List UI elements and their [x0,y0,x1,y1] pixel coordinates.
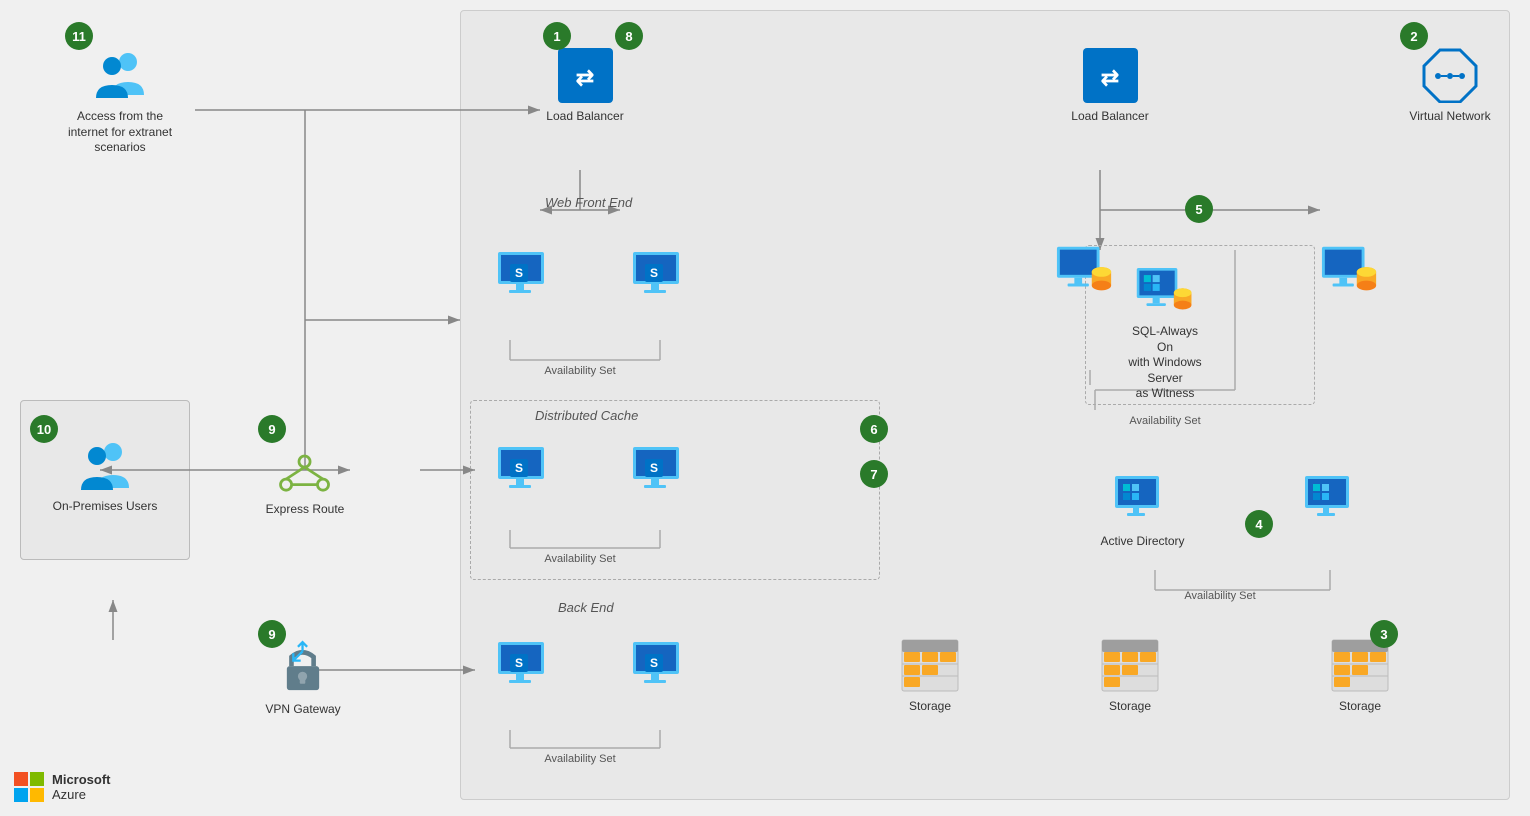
web-server-2-icon: S [630,245,690,305]
ad-right-block [1295,470,1370,530]
svg-text:⇄: ⇄ [1100,65,1118,90]
ad-left-block: Active Directory [1105,470,1180,548]
express-route-icon [275,438,335,498]
web-front-end-label: Web Front End [545,195,632,210]
on-premises-users-block: On-Premises Users [40,435,170,513]
on-premises-users-label: On-Premises Users [53,499,158,513]
sql-server-left-icon [1055,240,1115,300]
badge-10: 10 [30,415,58,443]
storage-1-icon [900,635,960,695]
load-balancer-1-icon: ⇄ [555,45,615,105]
load-balancer-2-icon: ⇄ [1080,45,1140,105]
web-server-1-icon: S [495,245,555,305]
express-route-label: Express Route [266,502,345,516]
ms-logo-green [30,772,44,786]
storage-1-block: Storage [890,635,970,713]
ms-logo-blue [14,788,28,802]
back-end-label: Back End [558,600,614,615]
badge-2: 2 [1400,22,1428,50]
cache-server-2-icon: S [630,440,690,500]
vpn-gateway-block: VPN Gateway [248,638,358,716]
svg-text:S: S [515,266,523,280]
web-server-2-block: S [625,245,695,305]
storage-2-label: Storage [1109,699,1151,713]
users-icon [90,45,150,105]
internet-access-label: Access from theinternet for extranetscen… [68,109,172,156]
svg-text:⇄: ⇄ [575,65,593,90]
badge-4: 4 [1245,510,1273,538]
availability-set-label-1: Availability Set [530,365,630,377]
virtual-network-block: Virtual Network [1400,45,1500,123]
availability-set-sql-label: Availability Set [1100,415,1230,427]
sql-server-center-icon [1135,260,1195,320]
ms-azure-text: MicrosoftAzure [52,772,111,802]
virtual-network-label: Virtual Network [1409,109,1490,123]
load-balancer-2-label: Load Balancer [1071,109,1148,123]
express-route-block: Express Route [255,438,355,516]
vpn-gateway-icon [273,638,333,698]
cache-server-1-block: S [490,440,560,500]
badge-1: 1 [543,22,571,50]
virtual-network-icon [1420,45,1480,105]
load-balancer-2-block: ⇄ Load Balancer [1070,45,1150,123]
ms-logo-yellow [30,788,44,802]
storage-3-label: Storage [1339,699,1381,713]
badge-7: 7 [860,460,888,488]
sql-server-right-icon [1320,240,1380,300]
ad-left-icon [1113,470,1173,530]
active-directory-label: Active Directory [1100,534,1184,548]
distributed-cache-label: Distributed Cache [535,408,638,423]
availability-set-ad-label: Availability Set [1155,590,1285,602]
internet-access-block: Access from theinternet for extranetscen… [45,45,195,156]
cache-server-1-icon: S [495,440,555,500]
badge-6: 6 [860,415,888,443]
svg-text:S: S [650,656,658,670]
backend-server-2-block: S [625,635,695,695]
ad-right-icon [1303,470,1363,530]
badge-9b: 9 [258,620,286,648]
badge-5: 5 [1185,195,1213,223]
svg-text:S: S [650,461,658,475]
backend-server-1-icon: S [495,635,555,695]
backend-server-1-block: S [490,635,560,695]
cache-server-2-block: S [625,440,695,500]
load-balancer-1-label: Load Balancer [546,109,623,123]
storage-2-icon [1100,635,1160,695]
sql-server-center-block: SQL-Always Onwith Windows Serveras Witne… [1125,260,1205,402]
availability-set-label-3: Availability Set [530,753,630,765]
badge-9a: 9 [258,415,286,443]
sql-always-on-label: SQL-Always Onwith Windows Serveras Witne… [1125,324,1205,402]
load-balancer-1-block: ⇄ Load Balancer [545,45,625,123]
badge-3: 3 [1370,620,1398,648]
svg-text:S: S [515,461,523,475]
badge-11: 11 [65,22,93,50]
storage-2-block: Storage [1090,635,1170,713]
svg-text:S: S [515,656,523,670]
sql-server-left-block [1050,240,1120,300]
storage-1-label: Storage [909,699,951,713]
ms-azure-logo: MicrosoftAzure [14,772,111,802]
backend-server-2-icon: S [630,635,690,695]
on-premises-users-icon [75,435,135,495]
vpn-gateway-label: VPN Gateway [265,702,340,716]
ms-logo-grid [14,772,44,802]
diagram-container: 11 Access from theinternet for extranets… [0,0,1530,816]
availability-set-label-2: Availability Set [530,553,630,565]
svg-text:S: S [650,266,658,280]
sql-server-right-block [1315,240,1385,300]
badge-8: 8 [615,22,643,50]
web-server-1-block: S [490,245,560,305]
ms-logo-red [14,772,28,786]
